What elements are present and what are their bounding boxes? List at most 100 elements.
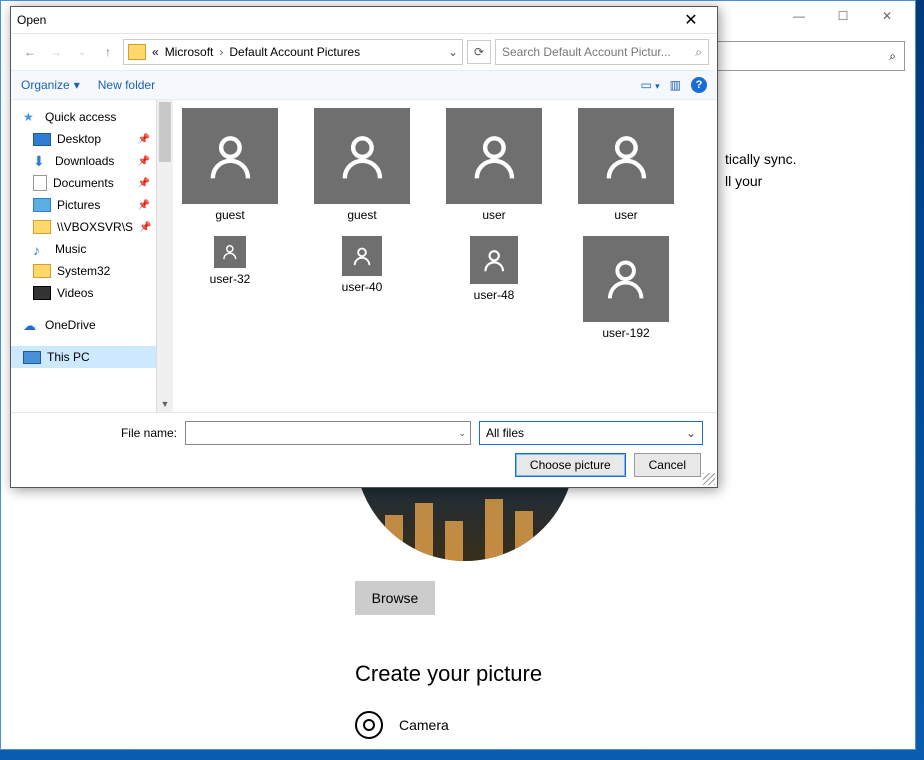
file-thumbnail — [583, 236, 669, 322]
cancel-button[interactable]: Cancel — [634, 453, 701, 477]
help-button[interactable]: ? — [691, 77, 707, 93]
file-name-label: user-192 — [602, 326, 649, 340]
file-name-label: user-48 — [474, 288, 515, 302]
quick-access-icon: ★ — [23, 110, 39, 124]
scroll-down-button[interactable]: ▼ — [157, 396, 173, 412]
file-thumbnail — [578, 108, 674, 204]
nav-forward-button[interactable]: → — [45, 41, 67, 63]
tree-item-onedrive[interactable]: ☁OneDrive — [11, 314, 156, 336]
net-icon — [33, 220, 51, 234]
file-item-user[interactable]: user — [445, 108, 543, 222]
bg-text-line2: ll your — [725, 173, 895, 189]
dialog-close-button[interactable]: ✕ — [671, 10, 711, 30]
tree-scrollbar[interactable]: ▲ ▼ — [156, 100, 173, 412]
address-seg-default-pictures[interactable]: Default Account Pictures — [229, 45, 360, 59]
file-name-label: guest — [347, 208, 376, 222]
pic-icon — [33, 198, 51, 212]
nav-back-button[interactable]: ← — [19, 41, 41, 63]
pin-icon: 📌 — [139, 222, 151, 233]
address-bar[interactable]: « Microsoft › Default Account Pictures ⌄ — [123, 39, 463, 65]
filetype-select[interactable]: All files ⌄ — [479, 421, 703, 445]
vid-icon — [33, 286, 51, 300]
bg-maximize-button[interactable]: ☐ — [821, 2, 865, 30]
file-name-label: user — [482, 208, 505, 222]
chevron-down-icon: ⌄ — [686, 426, 696, 440]
bg-search-input[interactable]: ⌕ — [715, 41, 905, 71]
browse-button[interactable]: Browse — [355, 581, 435, 615]
tree-item-label: Quick access — [45, 110, 116, 124]
search-icon: ⌕ — [695, 45, 702, 60]
pin-icon: 📌 — [138, 134, 150, 145]
new-folder-button[interactable]: New folder — [98, 78, 155, 92]
create-picture-heading: Create your picture — [355, 661, 542, 687]
tree-item-system32[interactable]: System32 — [11, 260, 156, 282]
choose-picture-button[interactable]: Choose picture — [515, 453, 626, 477]
tree-item-music[interactable]: ♪Music — [11, 238, 156, 260]
camera-icon — [355, 711, 383, 739]
file-item-user-192[interactable]: user-192 — [577, 236, 675, 340]
file-thumbnail — [214, 236, 246, 268]
open-file-dialog: Open ✕ ← → ⌄ ↑ « Microsoft › Default Acc… — [10, 6, 718, 488]
tree-item-this-pc[interactable]: This PC — [11, 346, 156, 368]
refresh-button[interactable]: ⟳ — [467, 40, 491, 64]
tree-item-desktop[interactable]: Desktop 📌 — [11, 128, 156, 150]
file-name-label: user — [614, 208, 637, 222]
nav-up-button[interactable]: ↑ — [97, 41, 119, 63]
file-name-label: user-32 — [210, 272, 251, 286]
scroll-thumb[interactable] — [159, 102, 171, 162]
tree-item-label: This PC — [47, 350, 90, 364]
file-thumbnail — [470, 236, 518, 284]
music-icon: ♪ — [33, 242, 49, 256]
tree-item--vboxsvr-s[interactable]: \\VBOXSVR\S📌 — [11, 216, 156, 238]
pin-icon: 📌 — [138, 156, 150, 167]
doc-icon — [33, 175, 47, 191]
file-list[interactable]: guest guest user user user-32 user-40 user-48… — [173, 100, 717, 412]
file-name-label: guest — [215, 208, 244, 222]
tree-item-label: Documents — [53, 176, 114, 190]
dialog-nav-row: ← → ⌄ ↑ « Microsoft › Default Account Pi… — [11, 34, 717, 70]
preview-pane-button[interactable]: ▥ — [670, 78, 681, 92]
camera-option[interactable]: Camera — [355, 711, 449, 739]
address-overflow: « — [152, 45, 159, 59]
search-icon: ⌕ — [889, 49, 896, 64]
onedrive-icon: ☁ — [23, 318, 39, 332]
address-dropdown-button[interactable]: ⌄ — [448, 45, 458, 59]
file-item-user-48[interactable]: user-48 — [445, 236, 543, 340]
tree-item-pictures[interactable]: Pictures 📌 — [11, 194, 156, 216]
filename-label: File name: — [25, 426, 177, 440]
monitor-icon — [33, 133, 51, 146]
tree-item-label: System32 — [57, 264, 110, 278]
tree-item-quick-access[interactable]: ★ Quick access — [11, 106, 156, 128]
navigation-tree[interactable]: ★Quick accessDesktop📌⬇Downloads📌Document… — [11, 100, 156, 412]
file-item-guest[interactable]: guest — [313, 108, 411, 222]
dialog-bottom: File name: ⌄ All files ⌄ Choose picture … — [11, 412, 717, 487]
bg-minimize-button[interactable]: — — [777, 2, 821, 30]
tree-item-documents[interactable]: Documents📌 — [11, 172, 156, 194]
search-placeholder: Search Default Account Pictur... — [502, 45, 695, 59]
tree-item-downloads[interactable]: ⬇Downloads📌 — [11, 150, 156, 172]
file-name-label: user-40 — [342, 280, 383, 294]
tree-item-label: Desktop — [57, 132, 101, 146]
filename-input[interactable]: ⌄ — [185, 421, 471, 445]
dialog-titlebar: Open ✕ — [11, 7, 717, 34]
tree-item-videos[interactable]: Videos — [11, 282, 156, 304]
dialog-search-input[interactable]: Search Default Account Pictur... ⌕ — [495, 39, 709, 65]
file-item-user[interactable]: user — [577, 108, 675, 222]
pin-icon: 📌 — [138, 200, 150, 211]
dialog-toolbar: Organize ▾ New folder ▭ ▾ ▥ ? — [11, 70, 717, 100]
resize-grip[interactable] — [703, 473, 715, 485]
tree-item-label: Pictures — [57, 198, 100, 212]
address-seg-microsoft[interactable]: Microsoft — [165, 45, 214, 59]
file-item-user-40[interactable]: user-40 — [313, 236, 411, 340]
tree-item-label: Videos — [57, 286, 93, 300]
nav-recent-button[interactable]: ⌄ — [71, 41, 93, 63]
dialog-title: Open — [17, 13, 46, 27]
file-item-user-32[interactable]: user-32 — [181, 236, 279, 340]
view-mode-button[interactable]: ▭ ▾ — [640, 78, 659, 92]
downloads-icon: ⬇ — [33, 154, 49, 168]
bg-close-button[interactable]: ✕ — [865, 2, 909, 30]
bg-text-line1: tically sync. — [725, 151, 895, 167]
chevron-down-icon: ▾ — [74, 78, 80, 92]
organize-menu[interactable]: Organize ▾ — [21, 78, 80, 92]
file-item-guest[interactable]: guest — [181, 108, 279, 222]
